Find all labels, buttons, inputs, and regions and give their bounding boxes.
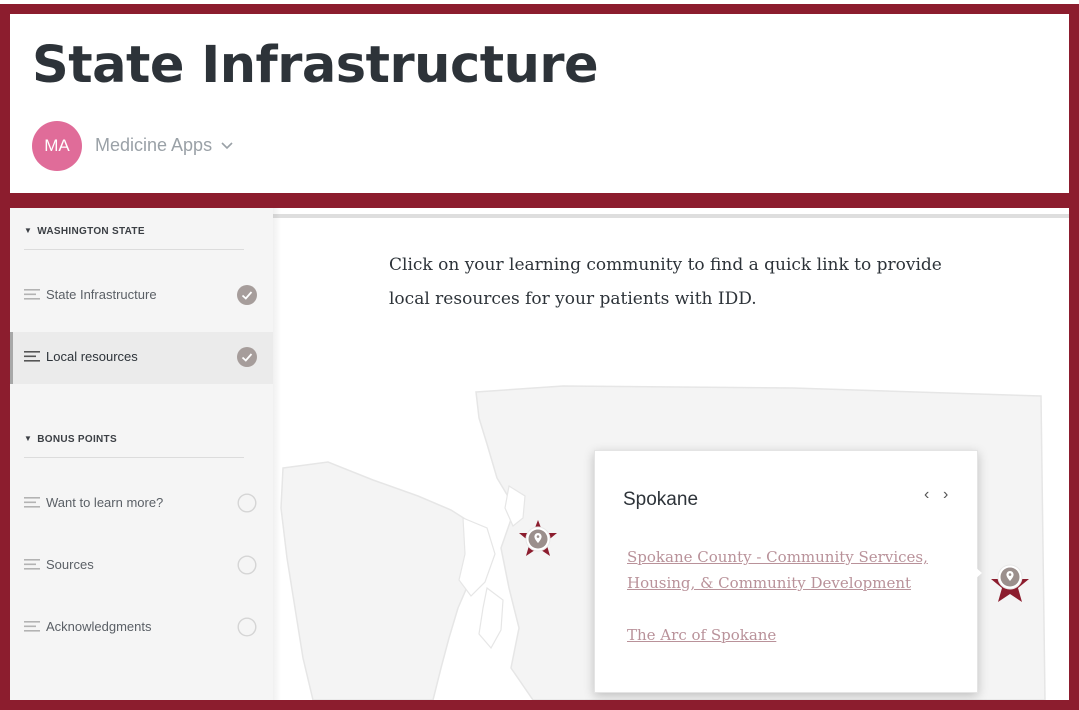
sidebar-item-label: Local resources bbox=[46, 349, 138, 364]
sidebar-item-label: State Infrastructure bbox=[46, 287, 157, 302]
content-panel: ▼ WASHINGTON STATE State Infrastructure L… bbox=[0, 198, 1079, 710]
check-circle-icon bbox=[237, 347, 257, 367]
org-name[interactable]: Medicine Apps bbox=[95, 135, 212, 156]
sidebar-item-label: Acknowledgments bbox=[46, 619, 152, 634]
map-marker-icon[interactable] bbox=[518, 518, 558, 562]
caret-down-icon: ▼ bbox=[24, 226, 33, 235]
next-location-button[interactable]: › bbox=[943, 486, 948, 504]
avatar[interactable]: MA bbox=[32, 121, 82, 171]
prev-location-button[interactable]: ‹ bbox=[924, 486, 929, 504]
page-title: State Infrastructure bbox=[32, 36, 599, 95]
sidebar-item-sources[interactable]: Sources bbox=[10, 540, 273, 592]
lesson-lines-icon bbox=[24, 559, 40, 570]
header-panel: State Infrastructure MA Medicine Apps bbox=[0, 4, 1079, 203]
progress-bar bbox=[273, 214, 1069, 218]
lesson-lines-icon bbox=[24, 621, 40, 632]
sidebar-item-acknowledgments[interactable]: Acknowledgments bbox=[10, 602, 273, 654]
lesson-lines-icon bbox=[24, 289, 40, 300]
sidebar-item-label: Want to learn more? bbox=[46, 495, 164, 510]
resource-link[interactable]: The Arc of Spokane bbox=[627, 622, 947, 648]
sidebar: ▼ WASHINGTON STATE State Infrastructure L… bbox=[10, 208, 273, 700]
intro-text: Click on your learning community to find… bbox=[389, 255, 942, 309]
divider-shadow bbox=[273, 208, 281, 700]
check-circle-icon bbox=[237, 285, 257, 305]
divider bbox=[24, 457, 244, 458]
resource-link[interactable]: Spokane County - Community Services, Hou… bbox=[627, 544, 947, 596]
lesson-lines-icon bbox=[24, 497, 40, 508]
location-popup: Spokane ‹ › Spokane County - Community S… bbox=[594, 450, 982, 693]
empty-circle-icon bbox=[237, 493, 257, 513]
section-header-bonus-points[interactable]: ▼ BONUS POINTS bbox=[24, 434, 117, 445]
popup-title: Spokane bbox=[623, 489, 699, 510]
chevron-down-icon[interactable] bbox=[220, 140, 234, 152]
divider bbox=[24, 249, 244, 250]
sidebar-item-want-to-learn-more[interactable]: Want to learn more? bbox=[10, 478, 273, 530]
sidebar-item-label: Sources bbox=[46, 557, 94, 572]
map-marker-icon[interactable] bbox=[990, 560, 1030, 604]
sidebar-item-local-resources[interactable]: Local resources bbox=[10, 332, 273, 384]
sidebar-item-state-infrastructure[interactable]: State Infrastructure bbox=[10, 270, 273, 322]
popup-pointer bbox=[974, 566, 982, 580]
section-header-washington-state[interactable]: ▼ WASHINGTON STATE bbox=[24, 226, 145, 237]
lesson-lines-icon bbox=[24, 351, 40, 362]
caret-down-icon: ▼ bbox=[24, 434, 33, 443]
empty-circle-icon bbox=[237, 617, 257, 637]
main-content: Click on your learning community to find… bbox=[273, 208, 1069, 700]
empty-circle-icon bbox=[237, 555, 257, 575]
